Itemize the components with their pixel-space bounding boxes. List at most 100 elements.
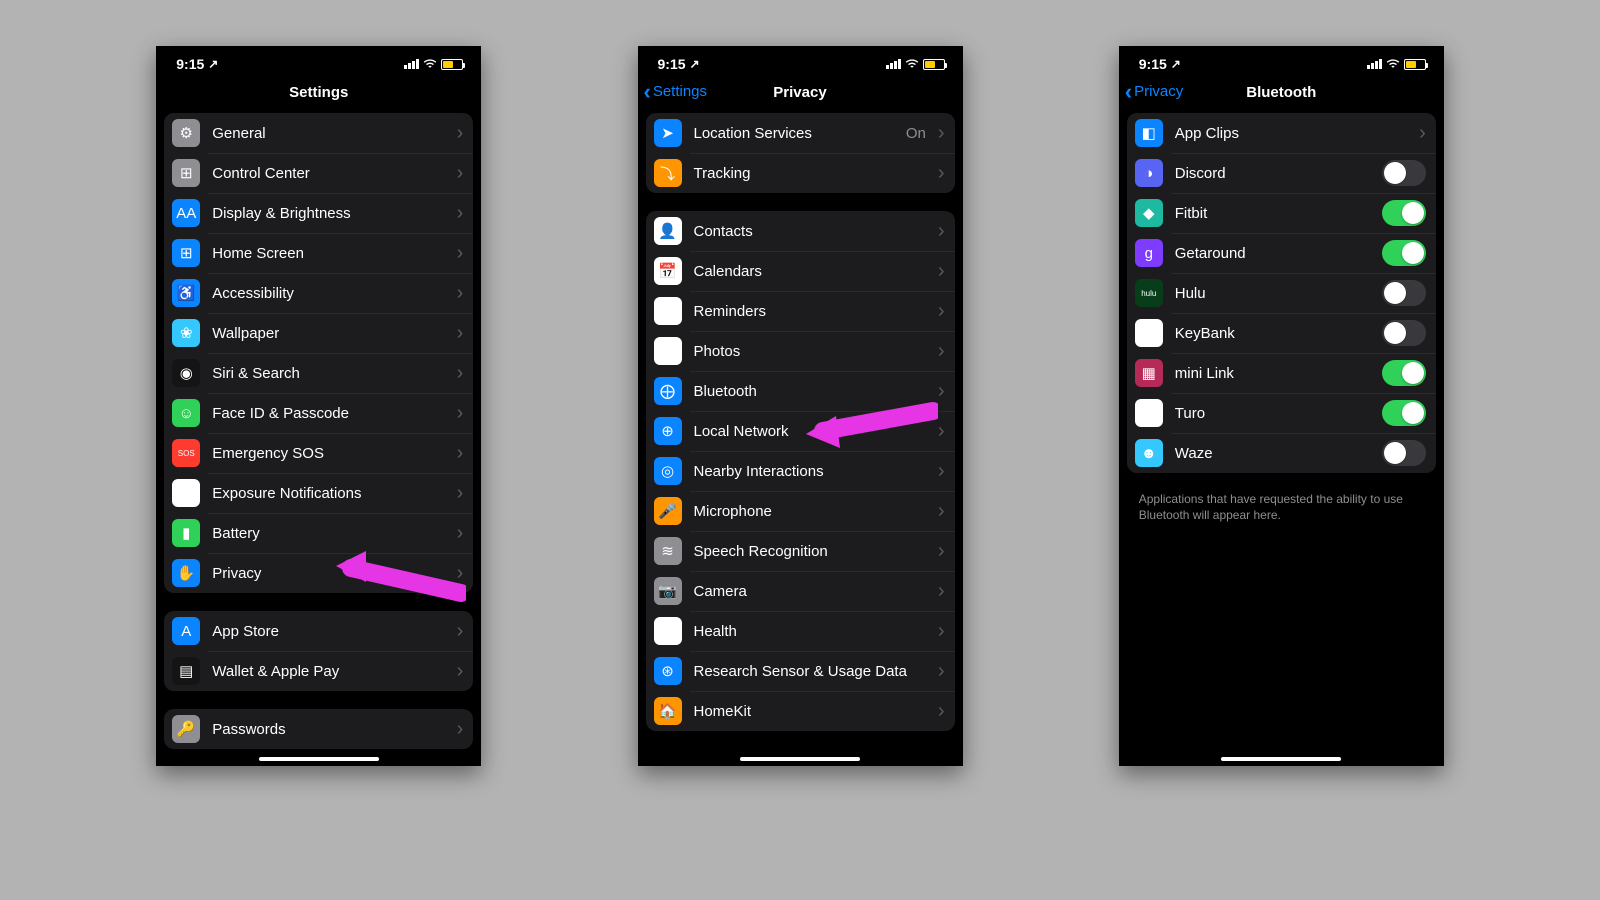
row-display[interactable]: AADisplay & Brightness› bbox=[164, 193, 473, 233]
row-camera[interactable]: 📷Camera› bbox=[646, 571, 955, 611]
content[interactable]: ◧App Clips›◑Discord◆FitbitgGetaroundhulu… bbox=[1119, 113, 1444, 766]
row-battery-icon: ▮ bbox=[172, 519, 200, 547]
battery-icon bbox=[1404, 59, 1426, 70]
chevron-right-icon: › bbox=[457, 242, 464, 265]
row-faceid[interactable]: ☺Face ID & Passcode› bbox=[164, 393, 473, 433]
row-tracking[interactable]: ⤵Tracking› bbox=[646, 153, 955, 193]
row-location[interactable]: ➤Location ServicesOn› bbox=[646, 113, 955, 153]
chevron-right-icon: › bbox=[938, 500, 945, 523]
row-contacts-icon: 👤 bbox=[654, 217, 682, 245]
chevron-right-icon: › bbox=[938, 220, 945, 243]
row-photos[interactable]: ✿Photos› bbox=[646, 331, 955, 371]
toggle-switch[interactable] bbox=[1382, 240, 1426, 266]
row-privacy[interactable]: ✋Privacy› bbox=[164, 553, 473, 593]
row-label: Getaround bbox=[1175, 245, 1370, 262]
row-general[interactable]: ⚙General› bbox=[164, 113, 473, 153]
row-wallet[interactable]: ▤Wallet & Apple Pay› bbox=[164, 651, 473, 691]
location-arrow-icon: ↗ bbox=[208, 57, 218, 71]
toggle-switch[interactable] bbox=[1382, 160, 1426, 186]
chevron-right-icon: › bbox=[1419, 122, 1426, 145]
row-accessibility[interactable]: ♿Accessibility› bbox=[164, 273, 473, 313]
chevron-right-icon: › bbox=[938, 660, 945, 683]
content[interactable]: ⚙ General › ⊞Control Center›AADisplay & Bri… bbox=[156, 113, 481, 766]
row-label: Microphone bbox=[694, 503, 926, 520]
back-button[interactable]: ‹Settings bbox=[644, 83, 708, 100]
group-3: 🔑Passwords› bbox=[164, 709, 473, 749]
toggle-switch[interactable] bbox=[1382, 280, 1426, 306]
row-fitbit-icon: ◆ bbox=[1135, 199, 1163, 227]
row-fitbit[interactable]: ◆Fitbit bbox=[1127, 193, 1436, 233]
row-appclips[interactable]: ◧App Clips› bbox=[1127, 113, 1436, 153]
row-display-icon: AA bbox=[172, 199, 200, 227]
row-label: Wallpaper bbox=[212, 325, 444, 342]
footer-note: Applications that have requested the abi… bbox=[1127, 491, 1436, 531]
row-mic[interactable]: 🎤Microphone› bbox=[646, 491, 955, 531]
row-sos[interactable]: SOSEmergency SOS› bbox=[164, 433, 473, 473]
row-keybank[interactable]: ⚿KeyBank bbox=[1127, 313, 1436, 353]
phone-settings: 9:15↗ Settings ⚙General›⊞Control Center›… bbox=[156, 46, 481, 766]
row-homekit-icon: 🏠 bbox=[654, 697, 682, 725]
row-label: Discord bbox=[1175, 165, 1370, 182]
toggle-switch[interactable] bbox=[1382, 440, 1426, 466]
row-hulu-icon: hulu bbox=[1135, 279, 1163, 307]
home-indicator[interactable] bbox=[740, 757, 860, 761]
row-label: Passwords bbox=[212, 721, 444, 738]
row-exposure[interactable]: ⊛Exposure Notifications› bbox=[164, 473, 473, 513]
row-waze-icon: ☻ bbox=[1135, 439, 1163, 467]
row-passwords[interactable]: 🔑Passwords› bbox=[164, 709, 473, 749]
row-speech-icon: ≋ bbox=[654, 537, 682, 565]
row-getaround[interactable]: gGetaround bbox=[1127, 233, 1436, 273]
row-label: Tracking bbox=[694, 165, 926, 182]
back-button[interactable]: ‹Privacy bbox=[1125, 83, 1184, 100]
row-hulu[interactable]: huluHulu bbox=[1127, 273, 1436, 313]
row-general-icon: ⚙ bbox=[172, 119, 200, 147]
row-siri[interactable]: ◉Siri & Search› bbox=[164, 353, 473, 393]
row-battery[interactable]: ▮Battery› bbox=[164, 513, 473, 553]
row-appstore-icon: A bbox=[172, 617, 200, 645]
row-label: Photos bbox=[694, 343, 926, 360]
row-local-network[interactable]: ⊕Local Network› bbox=[646, 411, 955, 451]
row-faceid-icon: ☺ bbox=[172, 399, 200, 427]
row-appclips-icon: ◧ bbox=[1135, 119, 1163, 147]
row-calendars[interactable]: 📅Calendars› bbox=[646, 251, 955, 291]
battery-icon bbox=[923, 59, 945, 70]
row-reminders[interactable]: •Reminders› bbox=[646, 291, 955, 331]
row-minilink-icon: ▦ bbox=[1135, 359, 1163, 387]
row-discord[interactable]: ◑Discord bbox=[1127, 153, 1436, 193]
content[interactable]: ➤Location ServicesOn›⤵Tracking› 👤Contact… bbox=[638, 113, 963, 766]
row-label: Exposure Notifications bbox=[212, 485, 444, 502]
chevron-right-icon: › bbox=[457, 660, 464, 683]
row-keybank-icon: ⚿ bbox=[1135, 319, 1163, 347]
row-turo[interactable]: TUROTuro bbox=[1127, 393, 1436, 433]
toggle-switch[interactable] bbox=[1382, 200, 1426, 226]
row-label: Contacts bbox=[694, 223, 926, 240]
row-home-screen[interactable]: ⊞Home Screen› bbox=[164, 233, 473, 273]
row-appstore[interactable]: AApp Store› bbox=[164, 611, 473, 651]
chevron-right-icon: › bbox=[457, 362, 464, 385]
row-label: Turo bbox=[1175, 405, 1370, 422]
row-minilink[interactable]: ▦mini Link bbox=[1127, 353, 1436, 393]
navbar: ‹Settings Privacy bbox=[638, 74, 963, 113]
toggle-switch[interactable] bbox=[1382, 320, 1426, 346]
row-label: General bbox=[212, 125, 444, 142]
row-label: Location Services bbox=[694, 125, 894, 142]
row-waze[interactable]: ☻Waze bbox=[1127, 433, 1436, 473]
row-contacts[interactable]: 👤 Contacts › bbox=[646, 211, 955, 251]
chevron-right-icon: › bbox=[938, 580, 945, 603]
row-speech[interactable]: ≋Speech Recognition› bbox=[646, 531, 955, 571]
row-bluetooth[interactable]: ⨁Bluetooth› bbox=[646, 371, 955, 411]
row-label: Privacy bbox=[212, 565, 444, 582]
row-nearby[interactable]: ◎Nearby Interactions› bbox=[646, 451, 955, 491]
row-wallpaper[interactable]: ❀Wallpaper› bbox=[164, 313, 473, 353]
row-research[interactable]: ⊛Research Sensor & Usage Data› bbox=[646, 651, 955, 691]
row-health[interactable]: ♥Health› bbox=[646, 611, 955, 651]
row-siri-icon: ◉ bbox=[172, 359, 200, 387]
row-location-icon: ➤ bbox=[654, 119, 682, 147]
row-control-center[interactable]: ⊞Control Center› bbox=[164, 153, 473, 193]
home-indicator[interactable] bbox=[259, 757, 379, 761]
row-local-network-icon: ⊕ bbox=[654, 417, 682, 445]
toggle-switch[interactable] bbox=[1382, 400, 1426, 426]
row-homekit[interactable]: 🏠HomeKit› bbox=[646, 691, 955, 731]
home-indicator[interactable] bbox=[1221, 757, 1341, 761]
toggle-switch[interactable] bbox=[1382, 360, 1426, 386]
